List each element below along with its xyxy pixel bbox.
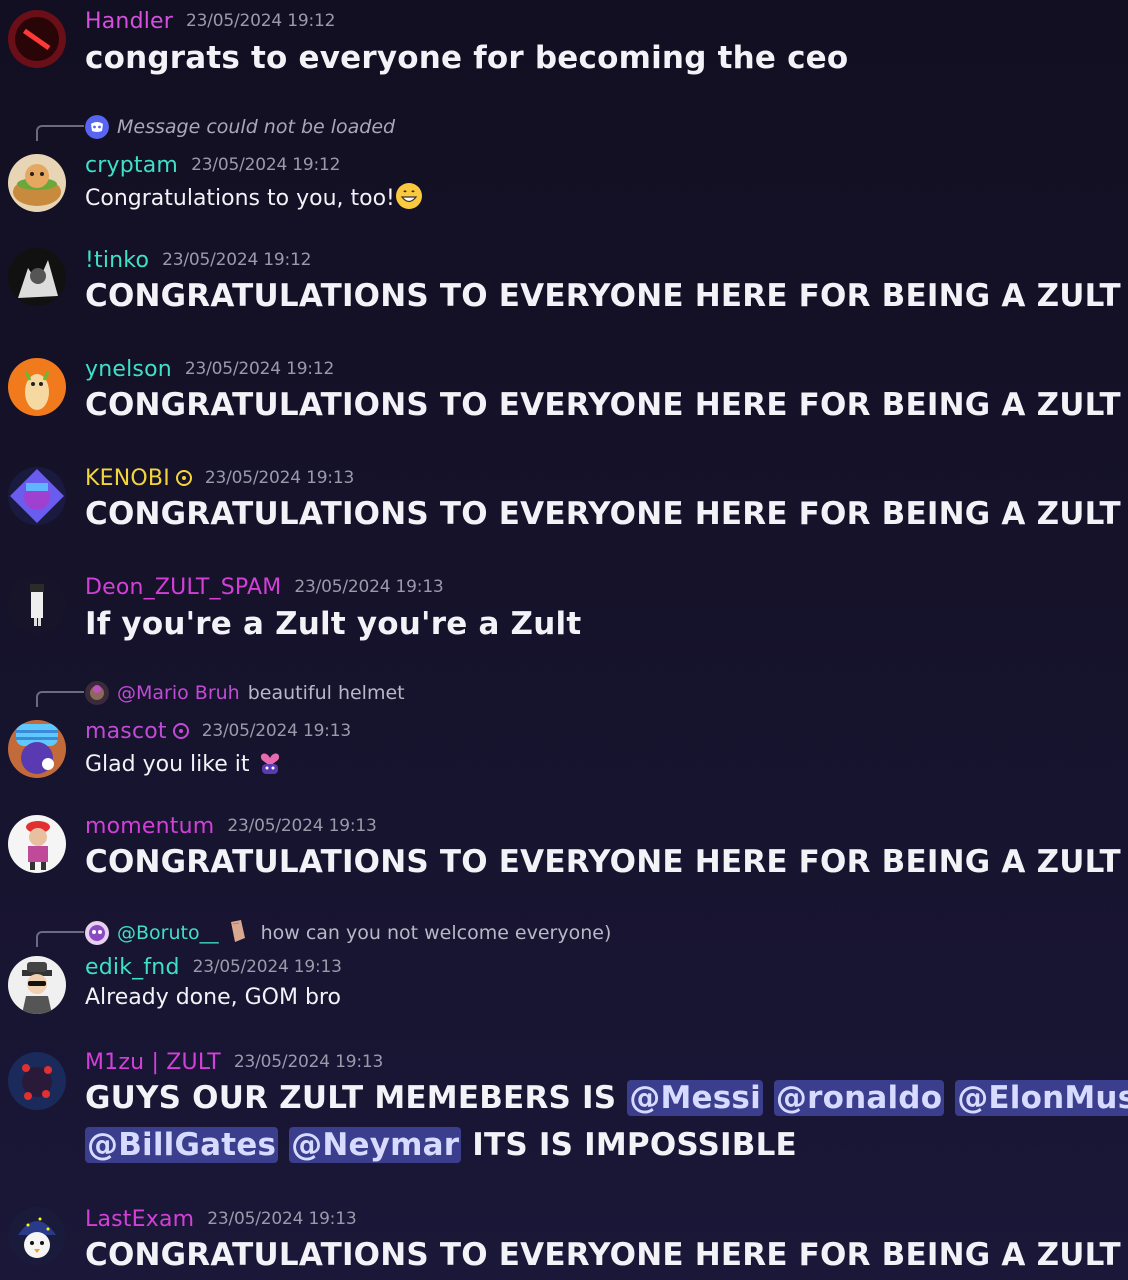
user-avatar[interactable] [8, 1052, 66, 1110]
reply-connector [36, 931, 84, 947]
message-text: congrats to everyone for becoming the ce… [85, 40, 849, 76]
user-avatar-mini [85, 921, 109, 945]
reply-text: how can you not welcome everyone) [260, 922, 612, 944]
grinning-face-emoji [395, 182, 423, 216]
user-avatar[interactable] [8, 358, 66, 416]
username[interactable]: cryptam [85, 153, 178, 178]
timestamp: 23/05/2024 19:13 [233, 1052, 384, 1072]
message-text: CONGRATULATIONS TO EVERYONE HERE FOR BEI… [85, 1237, 1121, 1273]
username[interactable]: LastExam [85, 1207, 194, 1232]
timestamp: 23/05/2024 19:13 [207, 1209, 357, 1229]
reply-username[interactable]: @Mario Bruh [117, 682, 240, 704]
user-avatar[interactable] [8, 576, 66, 634]
username[interactable]: edik_fnd [85, 955, 180, 980]
timestamp: 23/05/2024 19:13 [192, 957, 342, 977]
user-avatar[interactable] [8, 10, 66, 68]
message-text: CONGRATULATIONS TO EVERYONE HERE FOR BEI… [85, 844, 1121, 880]
username[interactable]: Handler [85, 9, 173, 34]
reply-text: Message could not be loaded [117, 116, 396, 138]
username[interactable]: !tinko [85, 248, 149, 273]
timestamp: 23/05/2024 19:12 [186, 11, 336, 31]
username[interactable]: ynelson [85, 357, 172, 382]
user-avatar-mini [85, 681, 109, 705]
timestamp: 23/05/2024 19:12 [162, 250, 312, 270]
user-avatar[interactable] [8, 154, 66, 212]
mention-ronaldo[interactable]: @ronaldo [773, 1080, 945, 1116]
username[interactable]: mascot [85, 719, 167, 744]
user-avatar[interactable] [8, 720, 66, 778]
mention-neymar[interactable]: @Neymar [289, 1127, 462, 1163]
reply-connector [36, 691, 84, 707]
timestamp: 23/05/2024 19:13 [204, 468, 355, 488]
timestamp: 23/05/2024 19:13 [294, 577, 444, 597]
username[interactable]: Deon_ZULT_SPAM [85, 575, 281, 600]
reply-preview[interactable]: Message could not be loaded [85, 114, 395, 140]
message-text: CONGRATULATIONS TO EVERYONE HERE FOR BEI… [85, 278, 1121, 314]
timestamp: 23/05/2024 19:13 [227, 816, 377, 836]
mention-elonmusk[interactable]: @ElonMusk [955, 1080, 1128, 1116]
user-avatar[interactable] [8, 248, 66, 306]
timestamp: 23/05/2024 19:13 [201, 721, 351, 741]
timestamp: 23/05/2024 19:12 [184, 359, 335, 379]
reply-username[interactable]: @Boruto__ [117, 922, 219, 944]
timestamp: 23/05/2024 19:12 [191, 155, 341, 175]
mention-messi[interactable]: @Messi [627, 1080, 763, 1116]
username[interactable]: KENOBI [85, 466, 170, 491]
message-text: If you're a Zult you're a Zult [85, 606, 582, 642]
heart-character-emoji [256, 748, 284, 782]
reply-preview[interactable]: @Mario Bruh beautiful helmet [85, 680, 405, 706]
message-text: Congratulations to you, too! [85, 186, 395, 211]
hand-emoji [227, 918, 249, 949]
server-boost-badge-icon[interactable] [172, 723, 189, 739]
mention-billgates[interactable]: @BillGates [85, 1127, 279, 1163]
message-text: Glad you like it [85, 752, 250, 777]
reply-connector [36, 125, 84, 141]
username[interactable]: M1zu | ZULT [85, 1050, 221, 1075]
message-text: Already done, GOM bro [85, 985, 341, 1010]
user-avatar[interactable] [8, 956, 66, 1014]
server-boost-badge-icon[interactable] [175, 470, 192, 486]
user-avatar[interactable] [8, 467, 66, 525]
message-text: ITS IS IMPOSSIBLE [472, 1127, 797, 1163]
reply-text: beautiful helmet [247, 682, 405, 704]
message-text: CONGRATULATIONS TO EVERYONE HERE FOR BEI… [85, 496, 1121, 532]
user-avatar[interactable] [8, 1207, 66, 1265]
user-avatar[interactable] [8, 815, 66, 873]
username[interactable]: momentum [85, 814, 214, 839]
message-text: CONGRATULATIONS TO EVERYONE HERE FOR BEI… [85, 387, 1121, 423]
message-text: GUYS OUR ZULT MEMEBERS IS [85, 1080, 617, 1116]
reply-preview[interactable]: @Boruto__ how can you not welcome everyo… [85, 918, 612, 949]
discord-icon [85, 115, 109, 139]
